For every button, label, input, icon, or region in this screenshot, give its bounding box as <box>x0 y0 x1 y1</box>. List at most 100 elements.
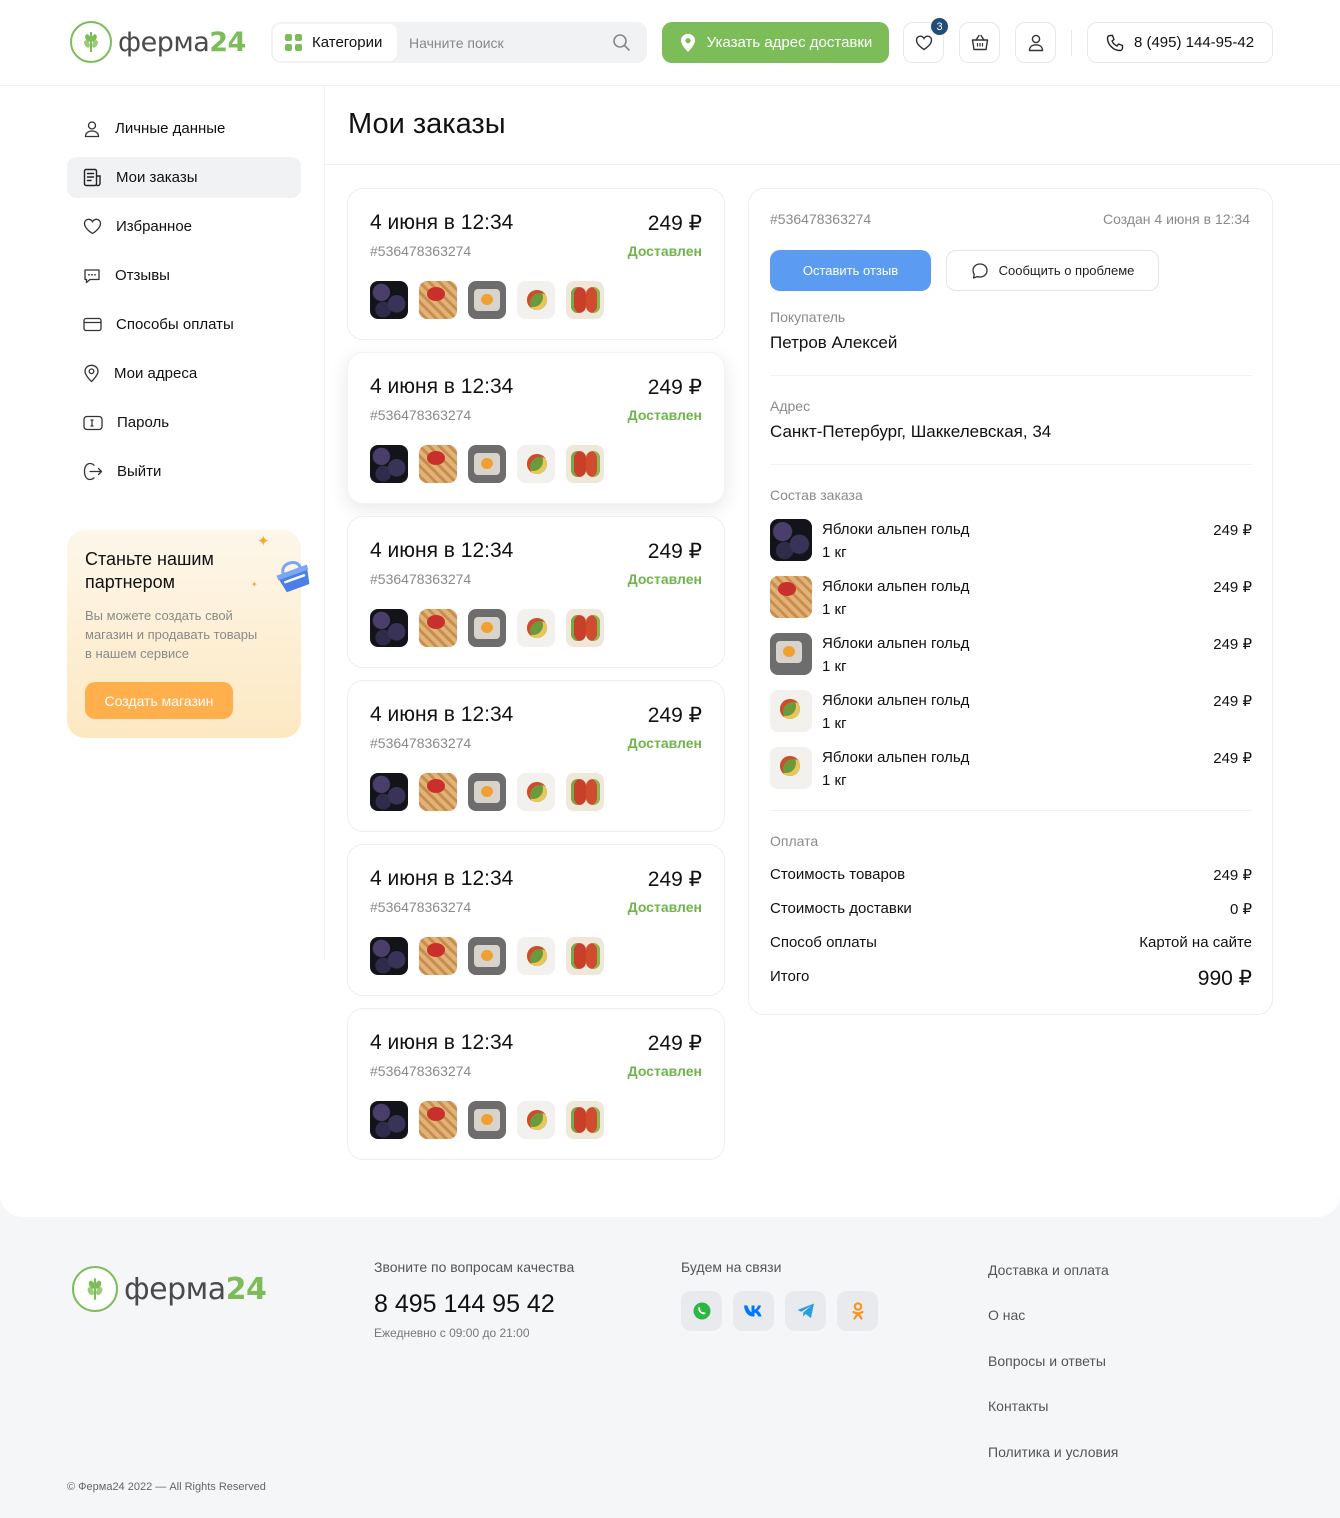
order-number: #536478363274 <box>370 243 472 259</box>
product-thumb <box>468 281 506 319</box>
delivery-address: Санкт-Петербург, Шаккелевская, 34 <box>770 422 1052 441</box>
order-items-list: Яблоки альпен гольд 1 кг 249 ₽ Яблоки ал… <box>770 519 1252 804</box>
sidebar-item-favorites[interactable]: Избранное <box>67 206 301 247</box>
product-thumb <box>370 773 408 811</box>
product-thumb <box>468 609 506 647</box>
card-icon <box>83 317 102 332</box>
order-item: Яблоки альпен гольд 1 кг 249 ₽ <box>770 747 1252 804</box>
payment-method-row: Способ оплаты Картой на сайте <box>770 934 1252 951</box>
order-number: #536478363274 <box>370 407 472 423</box>
product-thumb <box>419 609 457 647</box>
sidebar: Личные данные Мои заказы Избранное Отзыв… <box>67 108 301 500</box>
sidebar-item-label: Выйти <box>117 463 162 480</box>
odnoklassniki-icon[interactable] <box>837 1291 878 1331</box>
title-divider <box>325 164 1340 165</box>
product-thumb <box>419 445 457 483</box>
order-item: Яблоки альпен гольд 1 кг 249 ₽ <box>770 633 1252 690</box>
detail-divider <box>770 810 1252 811</box>
basket-illustration-icon <box>276 561 310 593</box>
item-name: Яблоки альпен гольд <box>822 749 970 766</box>
search-bar: Категории <box>271 22 647 63</box>
order-price: 249 ₽ <box>647 1032 702 1055</box>
order-number: #536478363274 <box>370 735 472 751</box>
sidebar-item-personal-data[interactable]: Личные данные <box>67 108 301 149</box>
order-detail-panel: #536478363274 Создан 4 июня в 12:34 Оста… <box>748 188 1273 1015</box>
order-thumbnails <box>370 281 604 319</box>
detail-divider <box>770 375 1252 376</box>
item-qty: 1 кг <box>822 715 847 732</box>
sidebar-item-label: Мои адреса <box>114 365 198 382</box>
sidebar-item-my-orders[interactable]: Мои заказы <box>67 157 301 198</box>
order-card[interactable]: 4 июня в 12:34 #536478363274 249 ₽ Доста… <box>347 1008 725 1160</box>
footer-link-delivery[interactable]: Доставка и оплата <box>988 1262 1118 1307</box>
sidebar-item-my-addresses[interactable]: Мои адреса <box>67 353 301 394</box>
footer-logo-text: ферма24 <box>124 1271 267 1307</box>
footer-link-faq[interactable]: Вопросы и ответы <box>988 1353 1118 1398</box>
order-status: Доставлен <box>627 571 702 587</box>
footer-phone[interactable]: 8 495 144 95 42 <box>374 1290 555 1319</box>
logo[interactable]: ферма24 <box>70 21 246 63</box>
location-icon <box>84 364 99 383</box>
order-price: 249 ₽ <box>647 540 702 563</box>
phone-label: 8 (495) 144-95-42 <box>1133 34 1255 51</box>
footer-social-title: Будем на связи <box>681 1259 782 1275</box>
product-thumb <box>419 281 457 319</box>
order-card[interactable]: 4 июня в 12:34 #536478363274 249 ₽ Доста… <box>347 352 725 504</box>
cart-button[interactable] <box>959 22 1000 63</box>
order-item: Яблоки альпен гольд 1 кг 249 ₽ <box>770 519 1252 576</box>
order-price: 249 ₽ <box>647 376 702 399</box>
vk-icon[interactable] <box>733 1291 774 1331</box>
search-input[interactable] <box>409 22 599 63</box>
order-status: Доставлен <box>627 1063 702 1079</box>
telegram-icon[interactable] <box>785 1291 826 1331</box>
sidebar-item-label: Избранное <box>116 218 193 235</box>
product-thumb <box>770 747 812 789</box>
order-card[interactable]: 4 июня в 12:34 #536478363274 249 ₽ Доста… <box>347 680 725 832</box>
payment-method-value: Картой на сайте <box>1139 934 1252 951</box>
sidebar-item-logout[interactable]: Выйти <box>67 451 301 492</box>
detail-order-number: #536478363274 <box>770 211 872 227</box>
partner-text: Вы можете создать свой магазин и продава… <box>85 608 258 661</box>
item-name: Яблоки альпен гольд <box>822 635 970 652</box>
categories-button[interactable]: Категории <box>273 24 397 61</box>
product-thumb <box>517 773 555 811</box>
chat-icon <box>84 268 100 283</box>
delivery-cost-value: 0 ₽ <box>1229 901 1252 918</box>
profile-button[interactable] <box>1015 22 1056 63</box>
whatsapp-icon[interactable] <box>681 1291 722 1331</box>
payment-method-label: Способ оплаты <box>770 934 877 951</box>
page-title: Мои заказы <box>348 108 506 140</box>
product-thumb <box>566 937 604 975</box>
sidebar-item-reviews[interactable]: Отзывы <box>67 255 301 296</box>
sidebar-item-payment-methods[interactable]: Способы оплаты <box>67 304 301 345</box>
partner-title: Станьте нашим партнером <box>85 549 214 592</box>
footer-logo[interactable]: ферма24 <box>72 1266 267 1312</box>
phone-button[interactable]: 8 (495) 144-95-42 <box>1087 22 1273 63</box>
order-card[interactable]: 4 июня в 12:34 #536478363274 249 ₽ Доста… <box>347 516 725 668</box>
item-price: 249 ₽ <box>1213 522 1252 539</box>
report-problem-label: Сообщить о проблеме <box>998 263 1135 278</box>
footer-link-contacts[interactable]: Контакты <box>988 1398 1118 1443</box>
total-value: 990 ₽ <box>1197 967 1252 990</box>
create-shop-button[interactable]: Создать магазин <box>85 682 233 719</box>
report-problem-button[interactable]: Сообщить о проблеме <box>946 250 1159 291</box>
delivery-address-button[interactable]: Указать адрес доставки <box>662 22 889 63</box>
order-card[interactable]: 4 июня в 12:34 #536478363274 249 ₽ Доста… <box>347 844 725 996</box>
footer-link-about[interactable]: О нас <box>988 1307 1118 1352</box>
order-card[interactable]: 4 июня в 12:34 #536478363274 249 ₽ Доста… <box>347 188 725 340</box>
leave-review-button[interactable]: Оставить отзыв <box>770 250 931 291</box>
detail-divider <box>770 464 1252 465</box>
search-icon[interactable] <box>612 33 631 57</box>
favorites-button[interactable]: 3 <box>903 18 948 63</box>
sidebar-item-password[interactable]: Пароль <box>67 402 301 443</box>
item-price: 249 ₽ <box>1213 750 1252 767</box>
categories-label: Категории <box>312 34 383 51</box>
product-thumb <box>370 937 408 975</box>
item-qty: 1 кг <box>822 601 847 618</box>
user-icon <box>1028 34 1043 51</box>
order-date: 4 июня в 12:34 <box>370 867 514 890</box>
product-thumb <box>770 576 812 618</box>
product-thumb <box>468 445 506 483</box>
sidebar-item-label: Личные данные <box>115 120 226 137</box>
footer-link-policy[interactable]: Политика и условия <box>988 1444 1118 1489</box>
